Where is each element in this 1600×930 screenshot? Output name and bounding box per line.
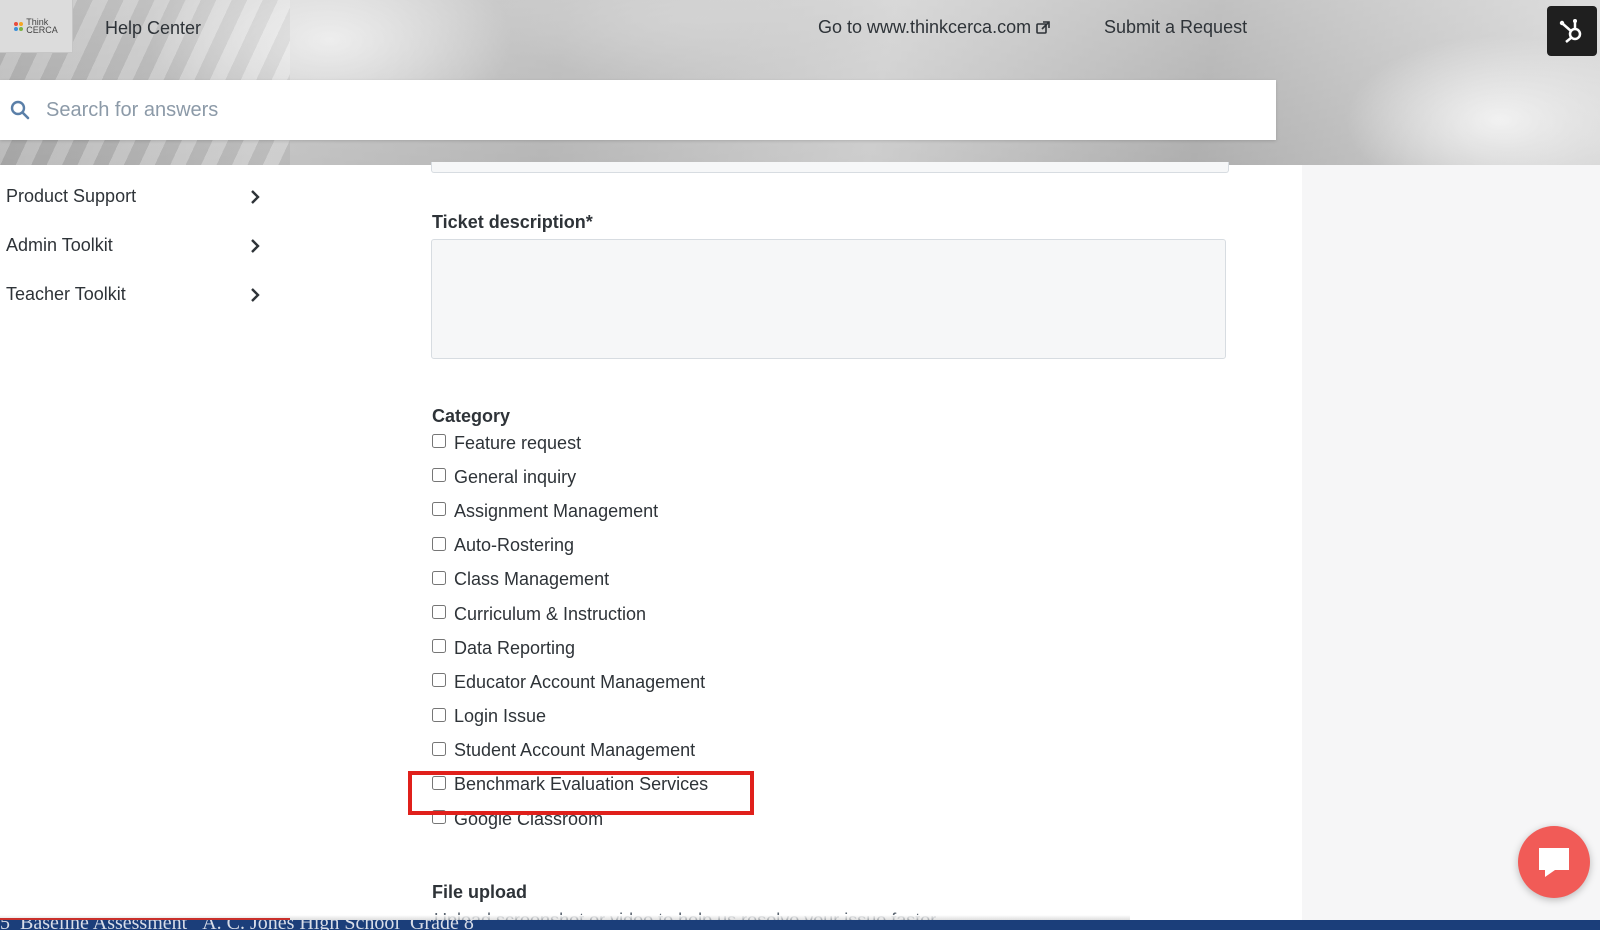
category-option-label: General inquiry <box>454 466 577 487</box>
category-option[interactable]: Auto-Rostering <box>431 529 831 563</box>
category-option-label: Login Issue <box>454 706 547 727</box>
category-option-label: Class Management <box>454 569 610 590</box>
highlight-annotation-box <box>408 771 754 815</box>
file-upload-label: File upload <box>432 882 528 902</box>
chat-icon <box>1539 848 1569 877</box>
sidebar-item-label: Admin Toolkit <box>6 235 113 255</box>
category-option[interactable]: Class Management <box>431 563 831 597</box>
chevron-right-icon <box>251 189 260 204</box>
category-option[interactable]: Educator Account Management <box>431 665 831 699</box>
chevron-right-icon <box>251 238 260 253</box>
category-checkbox[interactable] <box>432 639 446 654</box>
category-option[interactable]: Login Issue <box>431 700 831 734</box>
sidebar-item-teacher-toolkit[interactable]: Teacher Toolkit <box>0 270 270 319</box>
category-option-label: Assignment Management <box>454 500 659 521</box>
chevron-right-icon <box>251 287 260 302</box>
logo-dots-icon <box>14 21 24 31</box>
logo-text-line2: CERCA <box>26 25 58 35</box>
category-option[interactable]: Curriculum & Instruction <box>431 597 831 631</box>
help-center-link[interactable]: Help Center <box>105 18 201 39</box>
category-checkbox[interactable] <box>432 434 446 449</box>
sidebar-item-admin-toolkit[interactable]: Admin Toolkit <box>0 221 270 270</box>
category-label: Category <box>432 406 511 426</box>
category-option-label: Curriculum & Instruction <box>454 603 647 624</box>
sidebar-item-product-support[interactable]: Product Support <box>0 172 270 221</box>
sidebar: Product Support Admin Toolkit Teacher To… <box>0 172 270 319</box>
category-checkbox[interactable] <box>432 502 446 517</box>
category-option[interactable]: General inquiry <box>431 460 831 494</box>
category-checkbox[interactable] <box>432 570 446 585</box>
sidebar-item-label: Product Support <box>6 186 137 206</box>
category-option[interactable]: Student Account Management <box>431 734 831 768</box>
category-checkbox[interactable] <box>432 536 446 551</box>
thinkcerca-site-link[interactable]: Go to www.thinkcerca.com <box>818 17 1050 38</box>
category-option-label: Feature request <box>454 432 582 453</box>
category-option-label: Educator Account Management <box>454 671 706 692</box>
ticket-description-field[interactable] <box>431 239 1226 359</box>
search-input[interactable] <box>44 97 1228 123</box>
category-checkbox[interactable] <box>432 468 446 483</box>
category-checkbox[interactable] <box>432 673 446 688</box>
sidebar-item-label: Teacher Toolkit <box>6 284 126 304</box>
category-option[interactable]: Feature request <box>431 426 831 460</box>
category-option-label: Student Account Management <box>454 740 696 761</box>
chat-button[interactable] <box>1518 826 1590 898</box>
external-link-icon <box>1036 20 1050 34</box>
search-icon <box>10 100 30 120</box>
background-window-text: 5 Baseline Assessment A. C. Jones High S… <box>0 920 474 930</box>
background-window-strip: 5 Baseline Assessment A. C. Jones High S… <box>0 920 1600 930</box>
category-option-label: Auto-Rostering <box>454 535 575 556</box>
ticket-description-label: Ticket description* <box>432 212 593 232</box>
thinkcerca-logo[interactable]: Think CERCA <box>0 0 73 53</box>
category-checkbox[interactable] <box>432 707 446 722</box>
logo-text: Think CERCA <box>26 18 58 35</box>
hubspot-button[interactable] <box>1547 6 1597 56</box>
category-option-label: Data Reporting <box>454 637 576 658</box>
category-checkbox[interactable] <box>432 741 446 756</box>
right-panel <box>1302 165 1600 920</box>
previous-field-edge[interactable] <box>431 162 1229 173</box>
site-link-label: Go to www.thinkcerca.com <box>818 17 1032 37</box>
category-option[interactable]: Data Reporting <box>431 631 831 665</box>
hubspot-icon <box>1559 19 1582 43</box>
search-bar <box>0 80 1276 140</box>
category-option[interactable]: Assignment Management <box>431 494 831 528</box>
submit-request-link[interactable]: Submit a Request <box>1104 17 1247 38</box>
category-checkbox[interactable] <box>432 605 446 620</box>
